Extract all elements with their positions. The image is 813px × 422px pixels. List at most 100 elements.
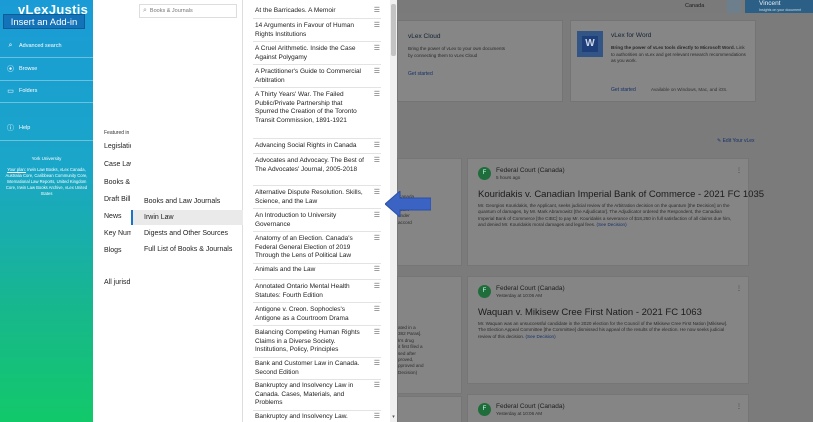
card-text: Bring the power of vLex tools directly t… (611, 45, 746, 63)
court-avatar-icon: F (478, 285, 491, 298)
news-card: F Federal Court (Canada) Yesterday at 10… (467, 394, 749, 422)
featured-item-key-numbers[interactable]: Key Num (104, 230, 133, 237)
news-card: F Federal Court (Canada) 5 hours ago ⋮ K… (467, 158, 764, 266)
divider (253, 64, 381, 65)
dimmed-background-page: Canada Vincent Insights on your document… (397, 0, 813, 422)
list-item[interactable]: At the Barricades. A Memoir ☰ (255, 7, 390, 16)
list-icon[interactable]: ☰ (374, 306, 380, 315)
list-item[interactable]: Anatomy of an Election. Canada's Federal… (255, 235, 390, 261)
divider (253, 231, 381, 232)
divider (0, 102, 93, 103)
annotation-arrow-icon (385, 191, 431, 217)
card-title: vLex for Word (611, 32, 652, 39)
divider (253, 185, 381, 186)
sidebar-item-advanced-search[interactable]: ⌕ Advanced search (0, 36, 93, 56)
insert-addin-button[interactable]: Insert an Add-in (3, 14, 85, 29)
list-item[interactable]: Antigone v. Creon. Sophocles's Antigone … (255, 306, 390, 323)
edit-vlex-link: ✎ Edit Your vLex (717, 138, 755, 144)
top-bar: Canada Vincent Insights on your document (397, 0, 813, 13)
user-menu: Vincent Insights on your document (745, 0, 813, 13)
news-court: Federal Court (Canada) (496, 285, 565, 292)
featured-item-legislation[interactable]: Legislatio (104, 143, 134, 150)
list-item[interactable]: An Introduction to University Governance… (255, 212, 390, 229)
category-menu: ⌕ Books and Law Journals Irwin Law Diges… (131, 0, 243, 422)
sidebar-item-browse[interactable]: ⦿ Browse (0, 59, 93, 79)
news-card-fragment (397, 396, 462, 422)
divider (0, 140, 93, 141)
books-search-box[interactable]: ⌕ (139, 4, 237, 18)
category-full-list[interactable]: Full List of Books & Journals (131, 242, 243, 257)
list-item[interactable]: Advocates and Advocacy. The Best of The … (255, 157, 390, 174)
user-avatar (727, 0, 741, 13)
list-icon[interactable]: ☰ (374, 382, 380, 391)
sidebar-item-label: Folders (19, 88, 38, 94)
card-text: Bring the power of vLex to your own docu… (408, 46, 506, 58)
news-court: Federal Court (Canada) (496, 167, 565, 174)
list-icon[interactable]: ☰ (374, 91, 380, 100)
news-court: Federal Court (Canada) (496, 403, 565, 410)
list-icon[interactable]: ☰ (374, 329, 380, 338)
scroll-down-icon[interactable]: ▾ (391, 414, 396, 420)
get-started-link: Get started (611, 87, 636, 93)
list-item[interactable]: A Thirty Years' War. The Failed Public/P… (255, 91, 390, 125)
featured-item-news[interactable]: News (104, 213, 122, 220)
news-body: Mr. Waquan was an unsuccessful candidate… (478, 321, 728, 339)
list-item[interactable]: 14 Arguments in Favour of Human Rights I… (255, 22, 390, 39)
university-name: York University (31, 156, 62, 161)
list-item[interactable]: Annotated Ontario Mental Health Statutes… (255, 283, 390, 300)
featured-item-draft-bills[interactable]: Draft Bill (104, 196, 130, 203)
featured-item-blogs[interactable]: Blogs (104, 247, 122, 254)
word-logo-icon: W (577, 31, 603, 57)
news-title: Kouridakis v. Canadian Imperial Bank of … (478, 189, 765, 200)
list-icon[interactable]: ☰ (374, 189, 380, 198)
divider (253, 138, 381, 139)
list-item[interactable]: A Cruel Arithmetic. Inside the Case Agai… (255, 45, 390, 62)
sidebar-item-folders[interactable]: ▭ Folders (0, 81, 93, 101)
vlex-cloud-card: vLex Cloud Bring the power of vLex to yo… (397, 20, 563, 102)
divider (0, 57, 93, 58)
category-books-and-law-journals[interactable]: Books and Law Journals (131, 194, 243, 209)
get-started-link: Get started (408, 71, 433, 77)
search-icon: ⌕ (8, 42, 13, 49)
divider (253, 302, 381, 303)
divider (253, 87, 381, 88)
list-item[interactable]: Bankruptcy and Insolvency Law. ☰ (255, 413, 390, 422)
category-digests[interactable]: Digests and Other Sources (131, 226, 243, 241)
list-icon[interactable]: ☰ (374, 235, 380, 244)
list-icon[interactable]: ☰ (374, 266, 380, 275)
list-icon[interactable]: ☰ (374, 45, 380, 54)
list-item[interactable]: Alternative Dispute Resolution. Skills, … (255, 189, 390, 206)
list-item[interactable]: Bank and Customer Law in Canada. Second … (255, 360, 390, 377)
list-icon[interactable]: ☰ (374, 212, 380, 221)
divider (253, 279, 381, 280)
list-icon[interactable]: ☰ (374, 283, 380, 292)
list-icon[interactable]: ☰ (374, 360, 380, 369)
list-icon[interactable]: ☰ (374, 142, 380, 151)
list-icon[interactable]: ☰ (374, 157, 380, 166)
news-time: Yesterday at 10:06 AM (496, 411, 543, 416)
scroll-thumb[interactable] (391, 4, 396, 56)
divider (253, 18, 381, 19)
books-search-input[interactable] (149, 8, 230, 14)
list-icon[interactable]: ☰ (374, 22, 380, 31)
category-irwin-law[interactable]: Irwin Law (131, 210, 243, 225)
plan-prefix: Your plan: (7, 167, 26, 172)
list-item[interactable]: A Practitioner's Guide to Commercial Arb… (255, 68, 390, 85)
list-icon[interactable]: ☰ (374, 7, 380, 16)
sidebar-item-help[interactable]: ⓘ Help (0, 118, 93, 138)
list-item[interactable]: Advancing Social Rights in Canada ☰ (255, 142, 390, 151)
list-icon[interactable]: ☰ (374, 413, 380, 422)
list-item[interactable]: Bankruptcy and Insolvency Law in Canada.… (255, 382, 390, 408)
card-title: vLex Cloud (408, 33, 441, 40)
divider (253, 357, 381, 358)
bookmark-icon: ⋮ (736, 168, 742, 174)
featured-item-all-jurisdictions[interactable]: All jurisd (104, 279, 130, 286)
folder-icon: ▭ (7, 88, 14, 95)
court-avatar-icon: F (478, 167, 491, 180)
list-item[interactable]: Balancing Competing Human Rights Claims … (255, 329, 390, 355)
user-name: Vincent (759, 0, 781, 7)
list-icon[interactable]: ☰ (374, 68, 380, 77)
court-avatar-icon: F (478, 403, 491, 416)
list-item[interactable]: Animals and the Law ☰ (255, 266, 390, 275)
divider (253, 263, 381, 264)
